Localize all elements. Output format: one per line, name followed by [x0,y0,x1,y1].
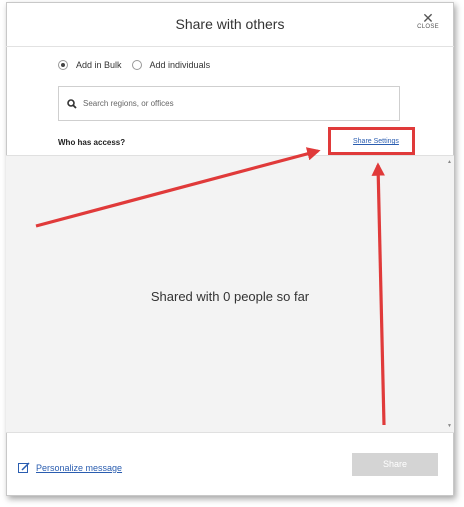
who-has-access-label: Who has access? [58,138,126,147]
share-settings-link[interactable]: Share Settings [353,138,399,145]
empty-state-message: Shared with 0 people so far [150,289,310,304]
access-list-area[interactable]: Shared with 0 people so far ▲ ▼ [6,155,454,433]
personalize-message-link[interactable]: Personalize message [18,462,122,474]
header-divider [6,46,454,47]
search-input[interactable]: Search regions, or offices [58,86,400,121]
dialog-title: Share with others [175,16,285,32]
personalize-message-label: Personalize message [36,463,123,473]
edit-icon [18,462,30,473]
add-in-bulk-radio[interactable] [58,60,68,70]
share-button[interactable]: Share [352,453,438,476]
share-dialog: Share with others ✕ CLOSE Add in Bulk Ad… [6,2,454,496]
close-label: CLOSE [417,24,439,30]
add-individuals-label: Add individuals [149,60,211,70]
search-placeholder: Search regions, or offices [83,99,174,108]
add-in-bulk-label: Add in Bulk [76,60,122,70]
scroll-up-icon[interactable]: ▲ [447,159,452,165]
close-icon: ✕ [422,10,434,26]
add-individuals-radio[interactable] [131,60,142,70]
search-icon [67,98,77,109]
share-mode-group: Add in Bulk Add individuals [58,60,220,70]
close-button[interactable]: ✕ CLOSE [416,10,440,30]
scroll-down-icon[interactable]: ▼ [447,423,452,429]
